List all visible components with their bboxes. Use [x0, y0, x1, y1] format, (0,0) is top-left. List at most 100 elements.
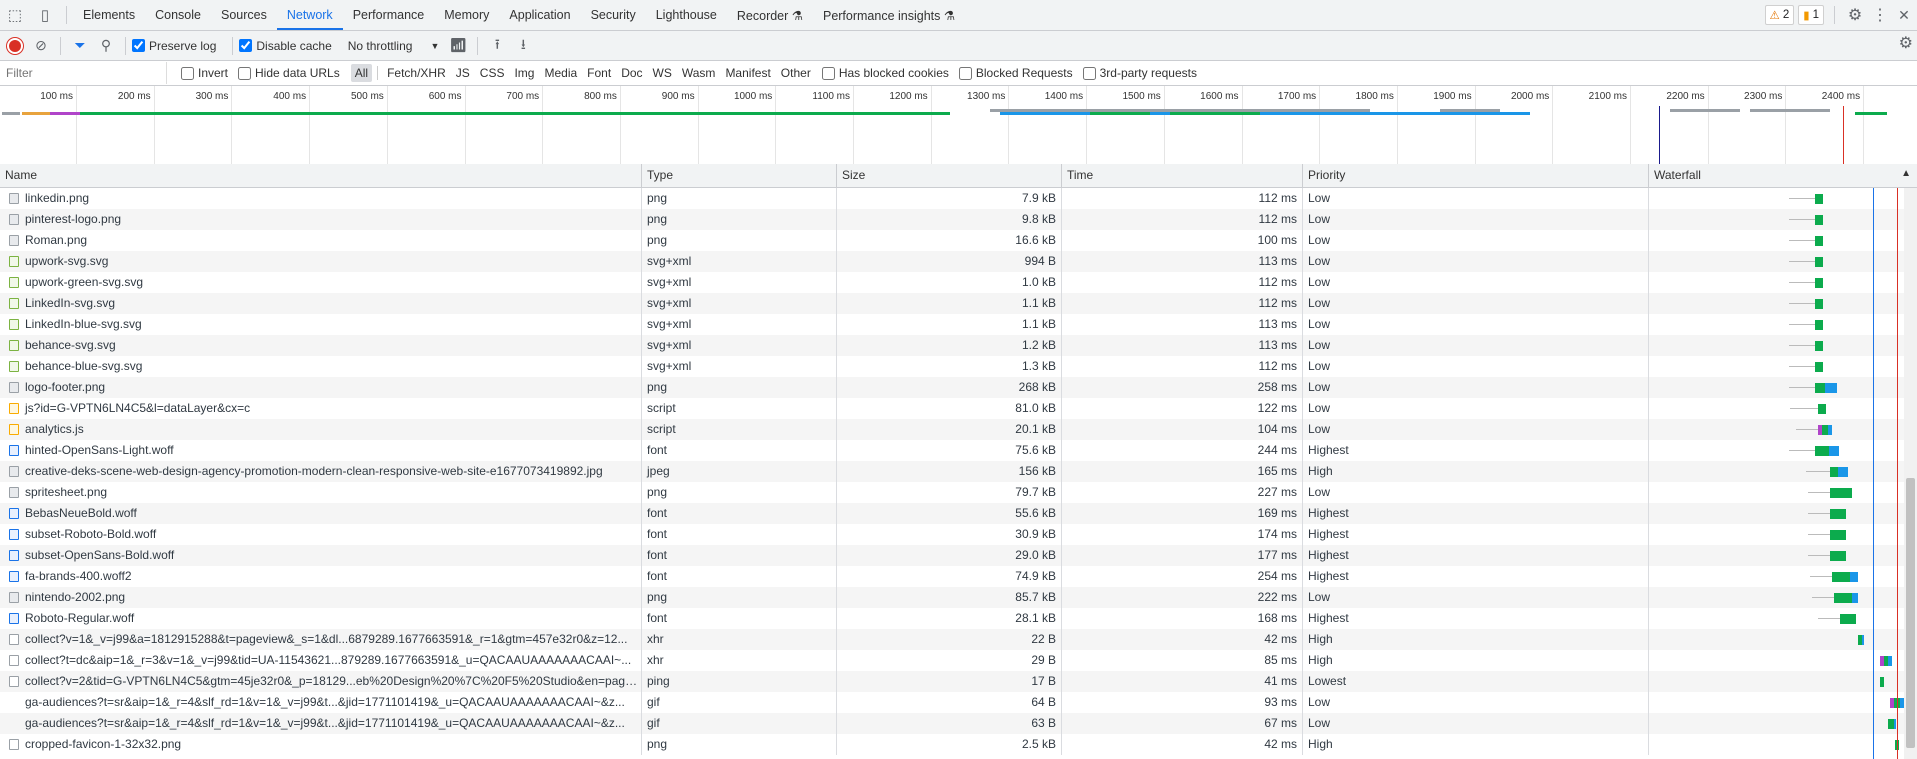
- table-row[interactable]: upwork-green-svg.svg svg+xml 1.0 kB 112 ms L…: [0, 272, 1917, 293]
- filter-type-all[interactable]: All: [350, 64, 373, 82]
- filter-type-fetch-xhr[interactable]: Fetch/XHR: [383, 64, 450, 82]
- tab-sources[interactable]: Sources: [211, 0, 277, 30]
- disable-cache-input[interactable]: [239, 39, 253, 52]
- invert-checkbox[interactable]: Invert: [181, 66, 228, 80]
- cell-size: 30.9 kB: [836, 524, 1061, 545]
- settings-gear-icon[interactable]: ⚙: [1841, 5, 1869, 25]
- invert-input[interactable]: [181, 66, 194, 80]
- disable-cache-checkbox[interactable]: Disable cache: [239, 39, 332, 53]
- import-har-icon[interactable]: ⭱: [484, 33, 510, 59]
- filter-funnel-icon[interactable]: ⏷: [67, 33, 93, 59]
- table-row[interactable]: pinterest-logo.png png 9.8 kB 112 ms Low: [0, 209, 1917, 230]
- tab-security[interactable]: Security: [581, 0, 646, 30]
- close-devtools-icon[interactable]: ✕: [1891, 7, 1917, 24]
- inspect-element-icon[interactable]: ⬚: [0, 0, 30, 30]
- column-header-type[interactable]: Type: [641, 164, 836, 187]
- column-header-time[interactable]: Time: [1061, 164, 1302, 187]
- filter-type-media[interactable]: Media: [540, 64, 581, 82]
- filter-type-js[interactable]: JS: [452, 64, 474, 82]
- filter-type-ws[interactable]: WS: [649, 64, 676, 82]
- filter-type-font[interactable]: Font: [583, 64, 615, 82]
- table-row[interactable]: behance-blue-svg.svg svg+xml 1.3 kB 112 ms L…: [0, 356, 1917, 377]
- table-row[interactable]: LinkedIn-svg.svg svg+xml 1.1 kB 112 ms Low: [0, 293, 1917, 314]
- tab-performance[interactable]: Performance: [343, 0, 435, 30]
- column-header-name[interactable]: Name: [0, 164, 641, 187]
- dom-content-loaded-marker: [1659, 106, 1660, 169]
- clear-icon[interactable]: ⊘: [28, 33, 54, 59]
- table-row[interactable]: behance-svg.svg svg+xml 1.2 kB 113 ms Low: [0, 335, 1917, 356]
- preserve-log-checkbox[interactable]: Preserve log: [132, 39, 216, 53]
- scrollbar-thumb[interactable]: [1906, 478, 1915, 748]
- table-row[interactable]: ga-audiences?t=sr&aip=1&_r=4&slf_rd=1&v=…: [0, 713, 1917, 734]
- device-toolbar-icon[interactable]: ▯: [30, 0, 60, 30]
- network-overview-timeline[interactable]: 100 ms 200 ms 300 ms 400 ms 500 ms 600 ms 700 …: [0, 86, 1917, 170]
- issues-badge[interactable]: ▮ 1: [1798, 5, 1824, 25]
- waterfall-queue-line: [1789, 387, 1815, 388]
- search-icon[interactable]: ⚲: [93, 33, 119, 59]
- preserve-log-input[interactable]: [132, 39, 145, 52]
- filter-type-doc[interactable]: Doc: [617, 64, 646, 82]
- waterfall-queue-line: [1808, 555, 1830, 556]
- cell-time: 165 ms: [1061, 461, 1302, 482]
- column-header-waterfall[interactable]: Waterfall: [1648, 164, 1917, 187]
- hide-data-urls-checkbox[interactable]: Hide data URLs: [238, 66, 340, 80]
- table-row[interactable]: ga-audiences?t=sr&aip=1&_r=4&slf_rd=1&v=…: [0, 692, 1917, 713]
- table-row[interactable]: Roman.png png 16.6 kB 100 ms Low: [0, 230, 1917, 251]
- tab-lighthouse[interactable]: Lighthouse: [646, 0, 727, 30]
- column-header-size[interactable]: Size: [836, 164, 1061, 187]
- table-row[interactable]: cropped-favicon-1-32x32.png png 2.5 kB 42 m…: [0, 734, 1917, 755]
- column-header-priority[interactable]: Priority: [1302, 164, 1648, 187]
- table-row[interactable]: spritesheet.png png 79.7 kB 227 ms Low: [0, 482, 1917, 503]
- table-row[interactable]: hinted-OpenSans-Light.woff font 75.6 kB 244…: [0, 440, 1917, 461]
- scrollbar-track[interactable]: [1904, 188, 1917, 759]
- network-conditions-icon[interactable]: 📶︎: [445, 33, 471, 59]
- blocked-cookies-input[interactable]: [821, 66, 835, 80]
- blocked-requests-input[interactable]: [958, 66, 972, 80]
- table-row[interactable]: upwork-svg.svg svg+xml 994 B 113 ms Low: [0, 251, 1917, 272]
- table-row[interactable]: linkedin.png png 7.9 kB 112 ms Low: [0, 188, 1917, 209]
- filter-input[interactable]: [0, 62, 167, 84]
- table-row[interactable]: Roboto-Regular.woff font 28.1 kB 168 ms High…: [0, 608, 1917, 629]
- table-row[interactable]: subset-Roboto-Bold.woff font 30.9 kB 174 ms…: [0, 524, 1917, 545]
- export-har-icon[interactable]: ⭳: [510, 33, 536, 59]
- blocked-requests-checkbox[interactable]: Blocked Requests: [958, 66, 1073, 80]
- table-row[interactable]: LinkedIn-blue-svg.svg svg+xml 1.1 kB 113 ms…: [0, 314, 1917, 335]
- table-row[interactable]: nintendo-2002.png png 85.7 kB 222 ms Low: [0, 587, 1917, 608]
- tab-elements[interactable]: Elements: [73, 0, 145, 30]
- filter-type-css[interactable]: CSS: [476, 64, 509, 82]
- record-button[interactable]: [2, 33, 28, 59]
- filter-type-img[interactable]: Img: [510, 64, 538, 82]
- tab-performance-insights[interactable]: Performance insights ⚗: [813, 0, 965, 30]
- more-menu-icon[interactable]: ⋮: [1869, 5, 1891, 25]
- table-row[interactable]: collect?v=1&_v=j99&a=1812915288&t=pagevi…: [0, 629, 1917, 650]
- tab-application[interactable]: Application: [499, 0, 580, 30]
- timeline-gridline: [697, 86, 699, 169]
- filter-type-manifest[interactable]: Manifest: [721, 64, 774, 82]
- timeline-activity-bar: [1855, 112, 1887, 115]
- table-row[interactable]: analytics.js script 20.1 kB 104 ms Low: [0, 419, 1917, 440]
- sort-ascending-icon[interactable]: ▲: [1901, 168, 1911, 179]
- font-file-icon: [9, 613, 19, 624]
- table-row[interactable]: collect?t=dc&aip=1&_r=3&v=1&_v=j99&tid=U…: [0, 650, 1917, 671]
- filter-type-wasm[interactable]: Wasm: [678, 64, 720, 82]
- table-row[interactable]: js?id=G-VPTN6LN4C5&l=dataLayer&cx=c scrip…: [0, 398, 1917, 419]
- filter-type-other[interactable]: Other: [777, 64, 815, 82]
- tab-memory[interactable]: Memory: [434, 0, 499, 30]
- warnings-badge[interactable]: ⚠ 2: [1764, 5, 1795, 25]
- network-settings-icon[interactable]: ⚙: [1899, 33, 1913, 53]
- tab-network[interactable]: Network: [276, 0, 343, 30]
- table-row[interactable]: BebasNeueBold.woff font 55.6 kB 169 ms Highe…: [0, 503, 1917, 524]
- table-row[interactable]: subset-OpenSans-Bold.woff font 29.0 kB 177 …: [0, 545, 1917, 566]
- throttling-select[interactable]: No throttling ▼: [342, 39, 446, 53]
- hide-data-urls-input[interactable]: [238, 66, 252, 80]
- table-row[interactable]: fa-brands-400.woff2 font 74.9 kB 254 ms High…: [0, 566, 1917, 587]
- table-row[interactable]: creative-deks-scene-web-design-agency-pr…: [0, 461, 1917, 482]
- tab-console[interactable]: Console: [145, 0, 211, 30]
- table-row[interactable]: logo-footer.png png 268 kB 258 ms Low: [0, 377, 1917, 398]
- blocked-cookies-checkbox[interactable]: Has blocked cookies: [821, 66, 949, 80]
- tab-recorder[interactable]: Recorder ⚗: [727, 0, 813, 30]
- third-party-input[interactable]: [1082, 66, 1096, 80]
- waterfall-queue-line: [1789, 198, 1815, 199]
- table-row[interactable]: collect?v=2&tid=G-VPTN6LN4C5&gtm=45je32r…: [0, 671, 1917, 692]
- third-party-checkbox[interactable]: 3rd-party requests: [1082, 66, 1197, 80]
